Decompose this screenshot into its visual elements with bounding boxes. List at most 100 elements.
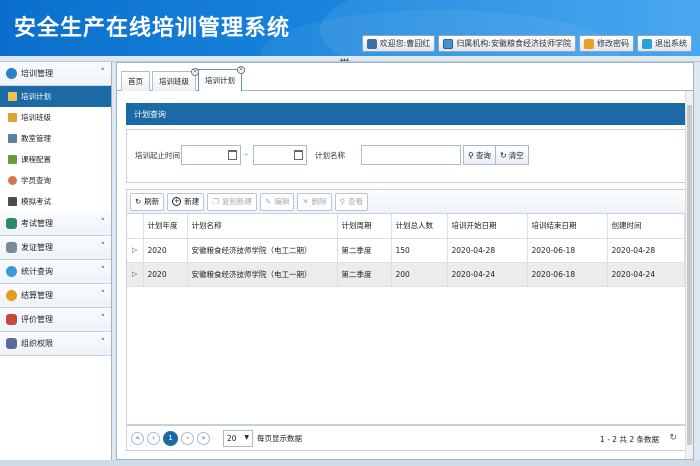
plan-name-label: 计划名称 xyxy=(315,151,345,160)
chevron-down-icon[interactable]: ˅ xyxy=(101,266,106,276)
close-icon[interactable]: × xyxy=(237,66,245,74)
table-cell: 200 xyxy=(391,262,448,287)
first-page-button[interactable]: « xyxy=(131,431,144,445)
sidebar-item-label: 模拟考试 xyxy=(21,197,51,206)
column-header[interactable]: 创建时间 xyxy=(607,214,685,239)
org-info[interactable]: 归属机构:安徽粮食经济技师学院 xyxy=(438,35,576,52)
table-cell: 安徽粮食经济技师学院（电工二期） xyxy=(187,238,338,263)
column-header[interactable]: 计划名称 xyxy=(187,214,338,239)
sidebar-item-mock-exam[interactable]: 模拟考试 xyxy=(0,191,111,212)
column-header[interactable]: 计划周期 xyxy=(337,214,392,239)
chevron-down-icon[interactable]: ˅ xyxy=(101,242,106,252)
sidebar-group-label: 考试管理 xyxy=(21,219,53,228)
user-icon xyxy=(366,38,377,49)
chevron-up-icon[interactable]: ˄ xyxy=(101,68,106,78)
classroom-icon xyxy=(8,134,17,143)
sidebar-item-student-query[interactable]: 学员查询 xyxy=(0,170,111,191)
header-actions: 欢迎您:曹囧红 归属机构:安徽粮食经济技师学院 修改密码 退出系统 xyxy=(361,35,692,52)
tab-training-class[interactable]: 培训班级 × xyxy=(152,68,199,91)
page-size-value: 20 xyxy=(227,433,237,443)
plan-name-input[interactable] xyxy=(361,145,461,165)
sidebar-group-evaluation[interactable]: 评价管理 ˅ xyxy=(0,308,111,332)
sidebar-group-statistics[interactable]: 统计查询 ˅ xyxy=(0,260,111,284)
chevron-down-icon[interactable]: ˅ xyxy=(101,338,106,348)
chevron-down-icon[interactable]: ˅ xyxy=(101,314,106,324)
logout-button[interactable]: 退出系统 xyxy=(637,35,692,52)
sidebar-group-exam[interactable]: 考试管理 ˅ xyxy=(0,212,111,236)
table-cell: 150 xyxy=(391,238,448,263)
sidebar-group-label: 统计查询 xyxy=(21,267,53,276)
search-button-label: 查询 xyxy=(475,150,491,160)
copy-icon: ❐ xyxy=(212,197,220,206)
welcome-user[interactable]: 欢迎您:曹囧红 xyxy=(361,35,436,52)
refresh-button[interactable]: ↻ 刷新 xyxy=(130,192,165,211)
refresh-icon: ↻ xyxy=(135,197,142,206)
clear-button[interactable]: ↻ 清空 xyxy=(495,145,529,165)
statistics-icon xyxy=(6,266,17,277)
sidebar-item-classroom[interactable]: 教室管理 xyxy=(0,128,111,149)
sidebar-group-label: 组织权限 xyxy=(21,339,53,348)
sidebar-group-training[interactable]: 培训管理 ˄ xyxy=(0,62,111,86)
table-cell: 第二季度 xyxy=(337,262,392,287)
column-header[interactable]: 计划总人数 xyxy=(391,214,448,239)
chevron-down-icon[interactable]: ˅ xyxy=(101,218,106,228)
view-button[interactable]: ⚲ 查看 xyxy=(334,192,369,211)
reload-icon[interactable]: ↻ xyxy=(669,433,677,443)
view-label: 查看 xyxy=(348,197,364,206)
column-header[interactable]: 培训结束日期 xyxy=(527,214,608,239)
calendar-icon[interactable] xyxy=(294,150,303,160)
change-password-label: 修改密码 xyxy=(597,39,629,48)
scrollbar-thumb[interactable] xyxy=(687,105,692,445)
page-size-select[interactable]: 20 ▼ xyxy=(223,429,253,447)
table-row[interactable]: ▷ 2020 安徽粮食经济技师学院（电工二期） 第二季度 150 2020-04… xyxy=(127,238,685,263)
plan-icon xyxy=(8,92,17,101)
calendar-icon[interactable] xyxy=(228,150,237,160)
bottom-bar xyxy=(0,460,700,466)
prev-page-button[interactable]: ‹ xyxy=(147,431,160,445)
table-cell: 2020 xyxy=(143,238,188,263)
date-start-input[interactable] xyxy=(181,145,241,165)
search-button[interactable]: ⚲ 查询 xyxy=(463,145,496,165)
sidebar-item-training-class[interactable]: 培训班级 xyxy=(0,107,111,128)
sidebar-group-settlement[interactable]: 结算管理 ˅ xyxy=(0,284,111,308)
sidebar-group-permissions[interactable]: 组织权限 ˅ xyxy=(0,332,111,356)
exam-icon xyxy=(8,197,17,206)
column-header[interactable]: 计划年度 xyxy=(143,214,188,239)
add-button[interactable]: + 新建 xyxy=(167,192,205,211)
copy-add-button[interactable]: ❐ 复制新建 xyxy=(207,192,258,211)
chevron-down-icon[interactable]: ˅ xyxy=(101,290,106,300)
sidebar-item-course-config[interactable]: 课程配置 xyxy=(0,149,111,170)
tab-label: 培训班级 xyxy=(159,77,189,86)
next-page-button[interactable]: › xyxy=(181,431,194,445)
certificate-icon xyxy=(6,242,17,253)
column-header[interactable]: 培训开始日期 xyxy=(447,214,528,239)
sidebar-item-label: 学员查询 xyxy=(21,176,51,185)
evaluation-icon xyxy=(6,314,17,325)
table-row[interactable]: ▷ 2020 安徽粮食经济技师学院（电工一期） 第二季度 200 2020-04… xyxy=(127,262,685,287)
table-cell: 2020-04-24 xyxy=(607,262,685,287)
training-icon xyxy=(6,68,17,79)
sidebar-item-label: 课程配置 xyxy=(21,155,51,164)
settlement-icon xyxy=(6,290,17,301)
permissions-icon xyxy=(6,338,17,349)
last-page-button[interactable]: » xyxy=(197,431,210,445)
expand-row-icon[interactable]: ▷ xyxy=(127,262,144,287)
table-cell: 2020 xyxy=(143,262,188,287)
vertical-scrollbar[interactable] xyxy=(685,91,693,459)
table-cell: 第二季度 xyxy=(337,238,392,263)
logout-icon xyxy=(642,38,652,49)
sidebar-item-label: 培训班级 xyxy=(21,113,51,122)
edit-button[interactable]: ✎ 编辑 xyxy=(260,192,295,211)
delete-label: 删除 xyxy=(311,197,327,206)
sidebar-group-certificate[interactable]: 发证管理 ˅ xyxy=(0,236,111,260)
expand-row-icon[interactable]: ▷ xyxy=(127,238,144,263)
search-icon: ⚲ xyxy=(468,150,474,160)
tab-home[interactable]: 首页 xyxy=(121,71,150,91)
sidebar-item-training-plan[interactable]: 培训计划 xyxy=(0,86,111,107)
date-end-input[interactable] xyxy=(253,145,307,165)
record-info: 1 - 2 共 2 条数据 xyxy=(600,435,659,444)
delete-button[interactable]: ✕ 删除 xyxy=(297,192,332,211)
change-password-button[interactable]: 修改密码 xyxy=(579,35,634,52)
current-page-button[interactable]: 1 xyxy=(163,430,178,446)
tab-training-plan[interactable]: 培训计划 × xyxy=(198,66,245,91)
